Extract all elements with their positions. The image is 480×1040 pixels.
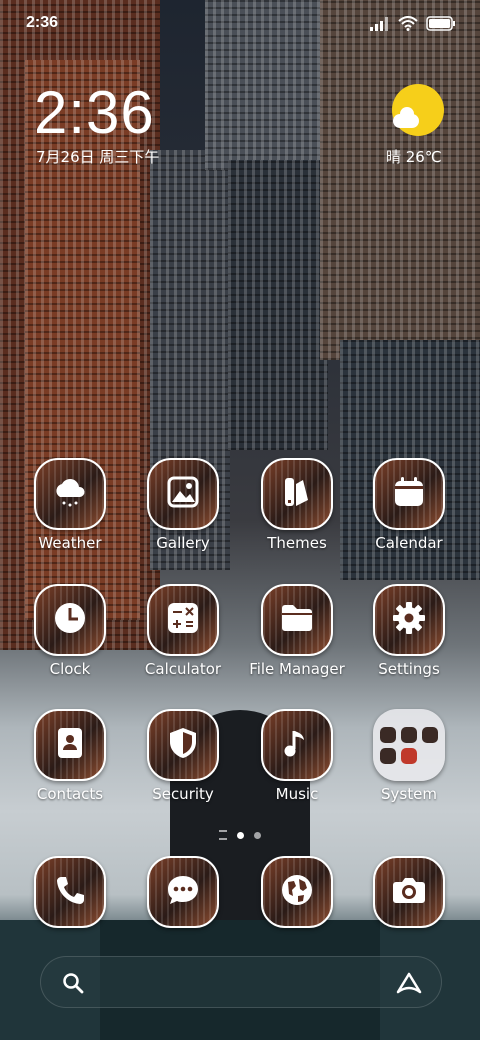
page-dot-active (237, 831, 244, 839)
pages-menu-icon (219, 830, 227, 840)
message-icon (164, 872, 202, 912)
clock-widget-date: 7月26日 周三下午 (36, 148, 160, 166)
contacts-icon (52, 725, 88, 765)
search-bar[interactable] (40, 956, 442, 1008)
assistant-icon[interactable] (395, 970, 423, 1000)
app-security[interactable]: Security (127, 709, 239, 803)
app-label: Calendar (375, 534, 443, 552)
app-label: Contacts (36, 785, 104, 803)
folder-grid-icon (373, 709, 445, 781)
camera-icon (390, 873, 428, 911)
battery-icon (426, 16, 456, 35)
app-themes[interactable]: Themes (241, 458, 353, 552)
weather-icon (51, 473, 89, 515)
wifi-icon (398, 16, 418, 35)
app-clock[interactable]: Clock (14, 584, 126, 678)
dock-phone[interactable] (14, 856, 126, 928)
weather-text: 晴 26℃ (386, 148, 442, 166)
calculator-icon (165, 600, 201, 640)
app-label: Themes (267, 534, 327, 552)
dock-messages[interactable] (127, 856, 239, 928)
dock-browser[interactable] (241, 856, 353, 928)
app-label: Music (275, 785, 319, 803)
cloud-icon (393, 107, 419, 128)
dock-camera[interactable] (353, 856, 465, 928)
phone-icon (52, 872, 88, 912)
gallery-icon (165, 474, 201, 514)
shield-icon (165, 725, 201, 765)
signal-icon (370, 16, 390, 35)
page-indicator[interactable] (0, 830, 480, 840)
app-label: System (381, 785, 437, 803)
status-bar: 2:36 (26, 14, 456, 36)
page-dot (254, 831, 261, 839)
app-gallery[interactable]: Gallery (127, 458, 239, 552)
app-weather[interactable]: Weather (14, 458, 126, 552)
themes-icon (279, 474, 315, 514)
app-label: Security (152, 785, 214, 803)
search-icon (61, 971, 85, 999)
app-label: Settings (378, 660, 440, 678)
app-calendar[interactable]: Calendar (353, 458, 465, 552)
app-label: Gallery (156, 534, 210, 552)
app-contacts[interactable]: Contacts (14, 709, 126, 803)
folder-icon (278, 600, 316, 640)
clock-icon (51, 599, 89, 641)
app-label: Clock (49, 660, 91, 678)
calendar-icon (391, 474, 427, 514)
gear-icon (390, 599, 428, 641)
app-label: Weather (38, 534, 102, 552)
clock-widget-time[interactable]: 2:36 (34, 78, 155, 147)
app-settings[interactable]: Settings (353, 584, 465, 678)
app-file-manager[interactable]: File Manager (241, 584, 353, 678)
app-music[interactable]: Music (241, 709, 353, 803)
app-calculator[interactable]: Calculator (127, 584, 239, 678)
browser-globe-icon (279, 872, 315, 912)
app-folder-system[interactable]: System (353, 709, 465, 803)
app-label: Calculator (144, 660, 222, 678)
status-time: 2:36 (26, 14, 59, 31)
music-note-icon (279, 725, 315, 765)
app-label: File Manager (249, 660, 345, 678)
